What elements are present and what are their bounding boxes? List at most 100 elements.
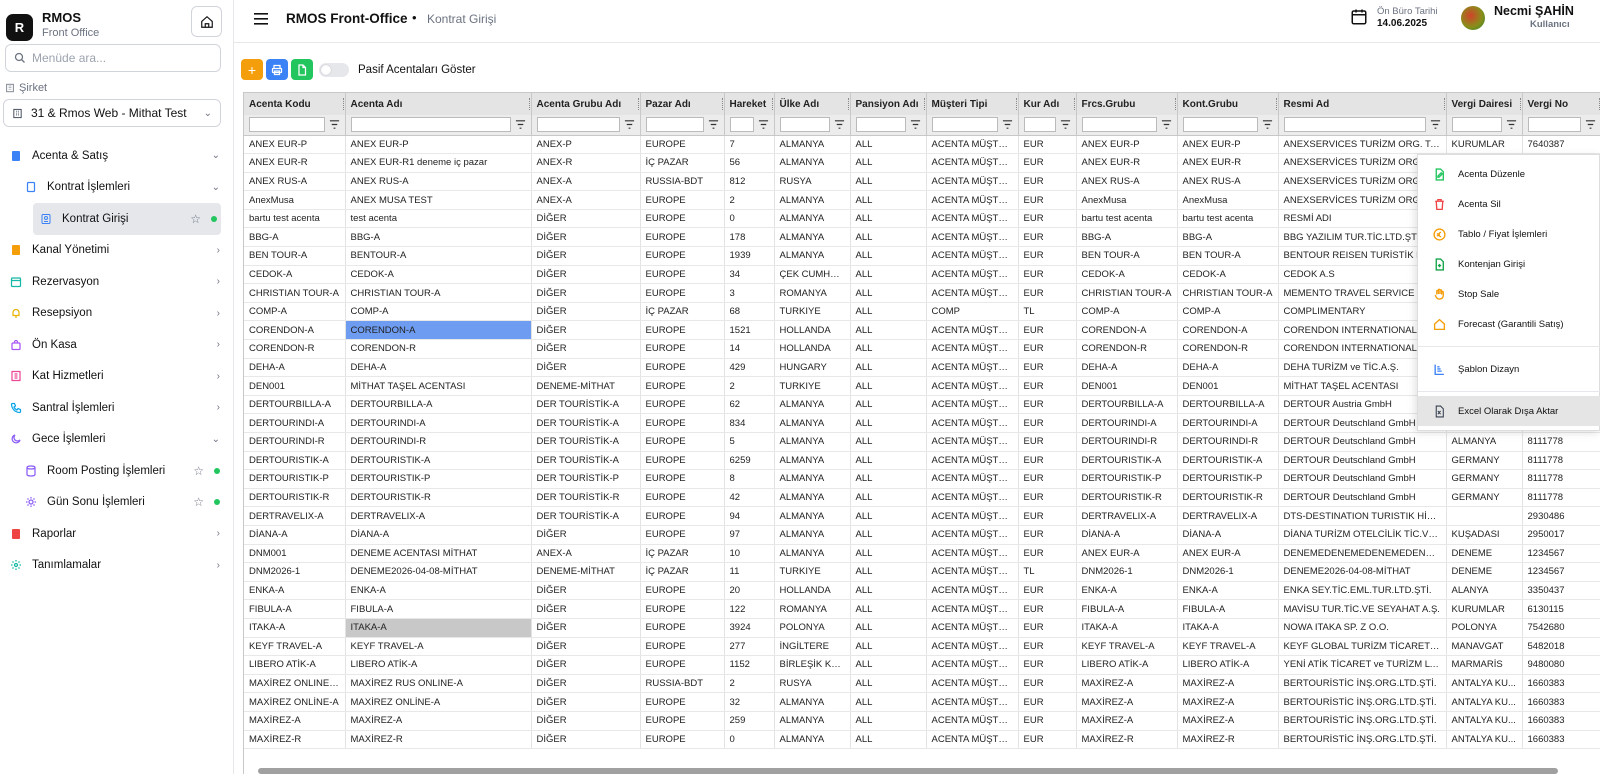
column-header[interactable]: Ülke Adı xyxy=(774,93,851,115)
column-header[interactable]: Müşteri Tipi xyxy=(926,93,1019,115)
table-row[interactable]: ANEX EUR-R ANEX EUR-R1 deneme iç pazar ANE… xyxy=(244,153,1600,173)
table-row[interactable]: DERTOURINDI-A DERTOURINDI-A DER TOURİSTİK-… xyxy=(244,413,1600,433)
sidebar-item-on-kasa[interactable]: Ön Kasa › xyxy=(0,329,234,361)
filter-input[interactable] xyxy=(931,117,998,133)
column-header[interactable]: Frcs.Grubu xyxy=(1076,93,1178,115)
column-header[interactable]: Pazar Adı xyxy=(640,93,725,115)
sidebar-item-kanal-yonetimi[interactable]: Kanal Yönetimi › xyxy=(0,235,234,267)
context-menu-item-stop-sale[interactable]: Stop Sale xyxy=(1418,279,1600,309)
context-menu-item-price[interactable]: Tablo / Fiyat İşlemleri xyxy=(1418,219,1600,249)
home-button[interactable] xyxy=(191,6,222,37)
filter-icon[interactable] xyxy=(1060,119,1071,130)
sidebar-item-kat-hizmetleri[interactable]: Kat Hizmetleri › xyxy=(0,361,234,393)
filter-input[interactable] xyxy=(1283,117,1426,133)
table-row[interactable]: COMP-A COMP-A DİĞER İÇ PAZAR 68 TURKIYE ALL COM… xyxy=(244,302,1600,322)
sidebar-item-kontrat-islemleri[interactable]: Kontrat İşlemleri ⌄ xyxy=(0,172,234,204)
star-icon[interactable]: ☆ xyxy=(190,212,201,226)
table-row[interactable]: DEN001 MİTHAT TAŞEL ACENTASI DENEME-MİTHAT… xyxy=(244,376,1600,396)
filter-input[interactable] xyxy=(350,117,511,133)
table-row[interactable]: DNM001 DENEME ACENTASI MİTHAT ANEX-A İÇ PAZ… xyxy=(244,544,1600,564)
calendar-button[interactable] xyxy=(1350,8,1368,31)
company-select[interactable]: 31 & Rmos Web - Mithat Test ⌄ xyxy=(3,99,221,127)
star-icon[interactable]: ☆ xyxy=(193,464,204,478)
table-row[interactable]: DERTOURISTIK-A DERTOURISTIK-A DER TOURİSTİ… xyxy=(244,451,1600,471)
filter-input[interactable] xyxy=(779,117,830,133)
export-button[interactable] xyxy=(291,59,313,80)
table-row[interactable]: bartu test acenta test acenta DİĞER EUROPE 0… xyxy=(244,209,1600,229)
context-menu-item-delete[interactable]: Acenta Sil xyxy=(1418,189,1600,219)
menu-toggle-button[interactable] xyxy=(254,12,268,30)
filter-input[interactable] xyxy=(729,117,754,133)
table-row[interactable]: FIBULA-A FIBULA-A DİĞER EUROPE 122 ROMANYA ALL… xyxy=(244,599,1600,619)
sidebar-item-santral[interactable]: Santral İşlemleri › xyxy=(0,392,234,424)
column-header[interactable]: Vergi Dairesi xyxy=(1446,93,1523,115)
filter-icon[interactable] xyxy=(910,119,921,130)
passive-agencies-toggle[interactable] xyxy=(319,62,349,77)
column-header[interactable]: Acenta Grubu Adı xyxy=(531,93,641,115)
table-row[interactable]: LIBERO ATİK-A LIBERO ATİK-A DİĞER EUROPE 115… xyxy=(244,655,1600,675)
avatar[interactable] xyxy=(1461,6,1485,30)
filter-input[interactable] xyxy=(855,117,906,133)
column-header[interactable]: Kont.Grubu xyxy=(1177,93,1279,115)
context-menu-item-template[interactable]: Şablon Dizayn xyxy=(1418,354,1600,384)
context-menu-item-edit[interactable]: Acenta Düzenle xyxy=(1418,159,1600,189)
table-row[interactable]: BBG-A BBG-A DİĞER EUROPE 178 ALMANYA ALL ACENTA… xyxy=(244,227,1600,248)
table-row[interactable]: DERTRAVELIX-A DERTRAVELIX-A DER TOURİSTİK-… xyxy=(244,506,1600,526)
column-header[interactable]: Vergi No xyxy=(1522,93,1600,115)
menu-search[interactable] xyxy=(5,44,221,72)
sidebar-item-raporlar[interactable]: Raporlar › xyxy=(0,518,234,550)
table-row[interactable]: DERTOURISTIK-P DERTOURISTIK-P DER TOURİSTİ… xyxy=(244,469,1600,489)
table-row[interactable]: CHRISTIAN TOUR-A CHRISTIAN TOUR-A DİĞER EUR… xyxy=(244,283,1600,303)
filter-icon[interactable] xyxy=(515,119,526,130)
filter-icon[interactable] xyxy=(624,119,635,130)
column-header[interactable]: Kur Adı xyxy=(1018,93,1077,115)
filter-icon[interactable] xyxy=(1585,119,1596,130)
table-row[interactable]: ENKA-A ENKA-A DİĞER EUROPE 20 HOLLANDA ALL ACEN… xyxy=(244,581,1600,601)
filter-icon[interactable] xyxy=(1002,119,1013,130)
table-row[interactable]: DERTOURBILLA-A DERTOURBILLA-A DER TOURİSTİ… xyxy=(244,395,1600,415)
column-header[interactable]: Acenta Kodu xyxy=(244,93,346,115)
filter-icon[interactable] xyxy=(1430,119,1441,130)
filter-icon[interactable] xyxy=(758,119,769,130)
filter-input[interactable] xyxy=(1081,117,1157,133)
filter-input[interactable] xyxy=(536,117,620,133)
table-row[interactable]: ANEX RUS-A ANEX RUS-A ANEX-A RUSSIA-BDT 812 R… xyxy=(244,172,1600,192)
filter-input[interactable] xyxy=(1451,117,1502,133)
context-menu-item-excel[interactable]: Excel Olarak Dışa Aktar xyxy=(1418,396,1600,426)
horizontal-scrollbar[interactable] xyxy=(258,768,1558,774)
table-row[interactable]: DERTOURINDI-R DERTOURINDI-R DER TOURİSTİK-… xyxy=(244,432,1600,452)
menu-search-input[interactable] xyxy=(32,51,212,65)
table-row[interactable]: DİANA-A DİANA-A DİĞER EUROPE 97 ALMANYA ALL ACE… xyxy=(244,525,1600,545)
table-row[interactable]: DNM2026-1 DENEME2026-04-08-MİTHAT DENEME-M… xyxy=(244,562,1600,582)
filter-input[interactable] xyxy=(1182,117,1258,133)
context-menu-item-forecast[interactable]: Forecast (Garantili Satış) xyxy=(1418,309,1600,339)
filter-icon[interactable] xyxy=(1161,119,1172,130)
sidebar-item-kontrat-girisi[interactable]: Kontrat Girişi ☆ xyxy=(33,203,221,235)
column-header[interactable]: Acenta Adı xyxy=(345,93,532,115)
table-row[interactable]: KEYF TRAVEL-A KEYF TRAVEL-A DİĞER EUROPE 277… xyxy=(244,637,1600,657)
sidebar-item-gece-islemleri[interactable]: Gece İşlemleri ⌄ xyxy=(0,424,234,456)
sidebar-item-tanimlamalar[interactable]: Tanımlamalar › xyxy=(0,550,234,582)
filter-icon[interactable] xyxy=(1262,119,1273,130)
filter-input[interactable] xyxy=(645,117,704,133)
brand[interactable]: R RMOS Front Office xyxy=(6,6,99,41)
table-row[interactable]: CORENDON-A CORENDON-A DİĞER EUROPE 1521 HOLLA… xyxy=(244,320,1600,341)
sidebar-item-rezervasyon[interactable]: Rezervasyon › xyxy=(0,266,234,298)
table-row[interactable]: ITAKA-A ITAKA-A DİĞER EUROPE 3924 POLONYA ALL A… xyxy=(244,618,1600,638)
filter-input[interactable] xyxy=(1023,117,1056,133)
table-row[interactable]: ANEX EUR-P ANEX EUR-P ANEX-P EUROPE 7 ALMANYA… xyxy=(244,135,1600,155)
table-row[interactable]: MAXİREZ-R MAXİREZ-R DİĞER EUROPE 0 ALMANYA ALL… xyxy=(244,730,1600,750)
filter-input[interactable] xyxy=(249,117,325,133)
sidebar-item-acenta-satis[interactable]: Acenta & Satış ⌄ xyxy=(0,140,234,172)
sidebar-item-room-posting[interactable]: Room Posting İşlemleri ☆ xyxy=(0,455,234,487)
table-row[interactable]: MAXİREZ ONLİNE-A MAXİREZ ONLİNE-A DİĞER EUR… xyxy=(244,692,1600,712)
column-header[interactable]: Pansiyon Adı xyxy=(850,93,927,115)
star-icon[interactable]: ☆ xyxy=(193,495,204,509)
filter-icon[interactable] xyxy=(1506,119,1517,130)
column-header[interactable]: Resmi Ad xyxy=(1278,93,1447,115)
table-row[interactable]: BEN TOUR-A BENTOUR-A DİĞER EUROPE 1939 ALMANY… xyxy=(244,246,1600,266)
filter-icon[interactable] xyxy=(708,119,719,130)
filter-input[interactable] xyxy=(1527,117,1581,133)
print-button[interactable] xyxy=(266,59,288,80)
user-name[interactable]: Necmi ŞAHİN xyxy=(1494,4,1574,18)
